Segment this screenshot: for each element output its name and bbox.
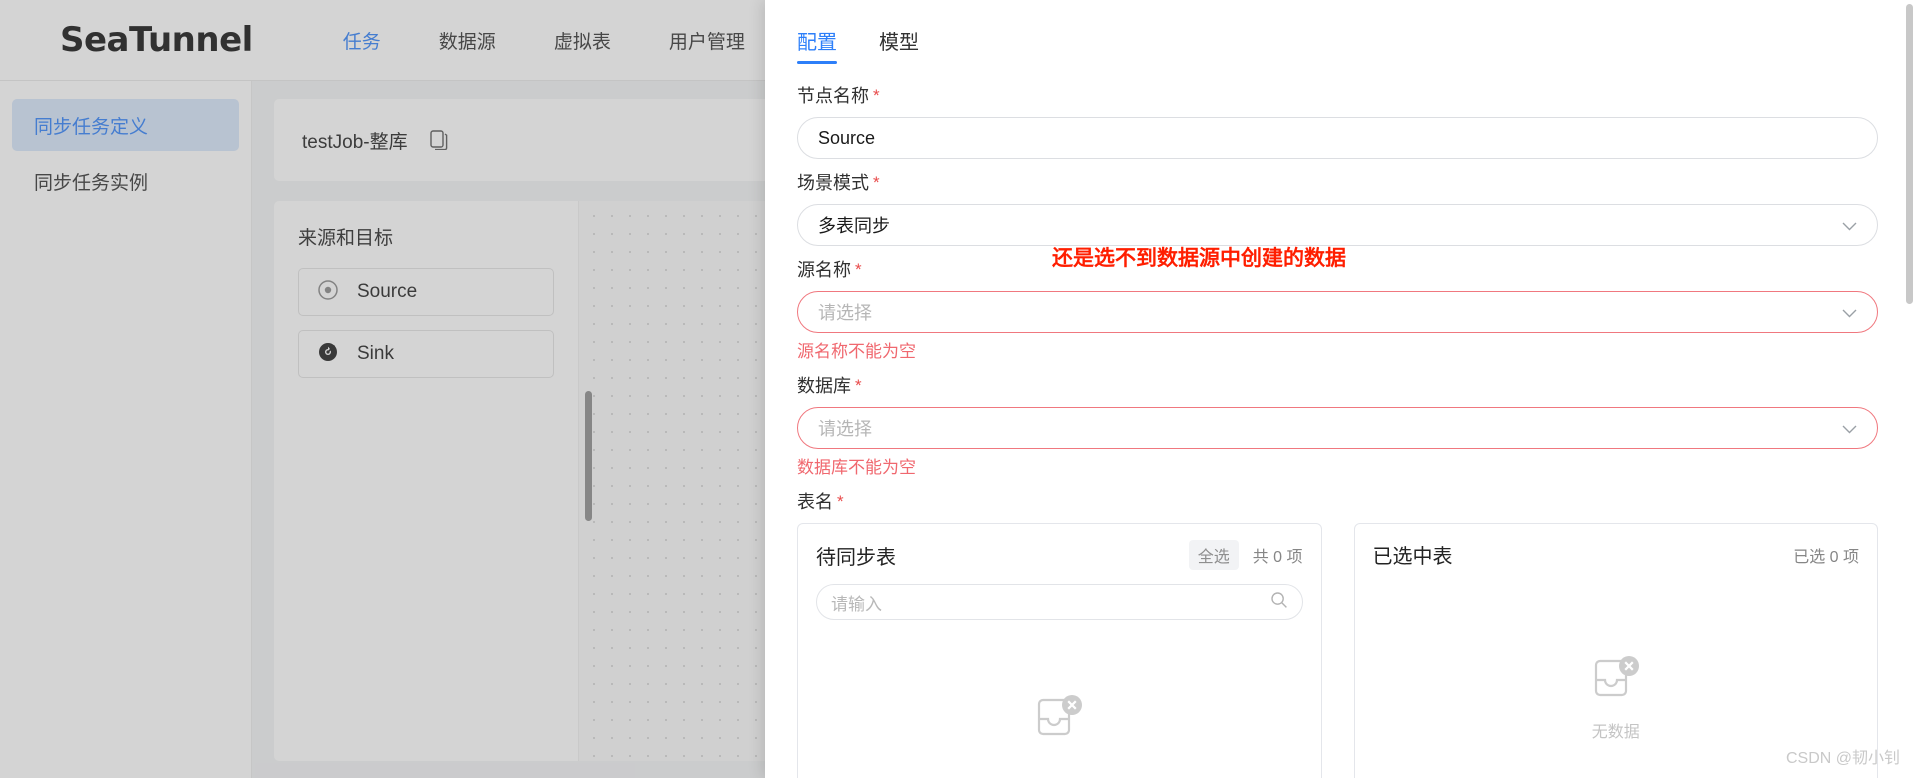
chevron-down-icon — [1832, 302, 1857, 323]
selected-count: 已选 0 项 — [1793, 548, 1859, 566]
drawer-tabs: 配置 模型 — [797, 22, 1878, 64]
label-text: 数据库 — [797, 376, 851, 396]
app-root: SeaTunnel 任务 数据源 虚拟表 用户管理 同步任务定义 同步任务实例 … — [0, 0, 1916, 778]
field-label-source-name: 源名称 * — [797, 256, 1878, 282]
palette-node-sink[interactable]: Sink — [298, 330, 554, 378]
sidebar-item-sync-task-definition[interactable]: 同步任务定义 — [12, 99, 239, 151]
label-text: 节点名称 — [797, 86, 869, 106]
field-label-table-name: 表名 * — [797, 488, 1878, 514]
required-asterisk: * — [837, 491, 844, 511]
field-source-name: 还是选不到数据源中创建的数据 源名称 * 请选择 源名称不能为空 — [797, 247, 1878, 362]
nav-item-datasource[interactable]: 数据源 — [439, 27, 496, 54]
transfer-head-selected: 已选中表 已选 0 项 — [1355, 524, 1878, 573]
required-asterisk: * — [855, 375, 862, 395]
required-asterisk: * — [855, 259, 862, 279]
database-placeholder: 请选择 — [818, 419, 872, 439]
empty-inbox-icon — [1031, 692, 1087, 749]
node-palette: 来源和目标 Source Sink — [274, 201, 592, 761]
nav-item-tasks[interactable]: 任务 — [343, 27, 381, 54]
nav-items: 任务 数据源 虚拟表 用户管理 — [343, 27, 745, 54]
transfer-search-input[interactable]: 请输入 — [816, 584, 1303, 620]
transfer-body-selected: 无数据 — [1355, 573, 1878, 778]
field-label-database: 数据库 * — [797, 372, 1878, 398]
transfer-title-available: 待同步表 — [816, 546, 896, 569]
tab-model[interactable]: 模型 — [879, 26, 919, 64]
transfer-panel-selected: 已选中表 已选 0 项 无数据 — [1353, 523, 1878, 778]
chevron-down-icon — [1832, 215, 1857, 236]
field-table-name: 表名 * 待同步表 全选 共 0 项 请输入 已选中表 已选 0 项 无数据 — [797, 488, 1878, 778]
source-name-select[interactable]: 请选择 — [797, 291, 1878, 333]
target-filled-icon — [317, 341, 339, 368]
palette-node-label: Source — [357, 281, 418, 302]
chevron-down-icon — [1832, 418, 1857, 439]
palette-node-source[interactable]: Source — [298, 268, 554, 316]
palette-node-label: Sink — [357, 343, 394, 364]
job-title: testJob-整库 — [302, 131, 408, 153]
label-text: 场景模式 — [797, 173, 869, 193]
scene-mode-value: 多表同步 — [818, 216, 890, 236]
palette-scrollbar[interactable] — [585, 391, 592, 521]
transfer-search-wrap: 请输入 — [798, 574, 1321, 626]
drawer-scrollbar[interactable] — [1906, 4, 1913, 304]
available-count: 共 0 项 — [1252, 549, 1303, 566]
tab-config[interactable]: 配置 — [797, 26, 837, 64]
sidebar-item-sync-task-instance[interactable]: 同步任务实例 — [12, 155, 239, 207]
empty-label-selected: 无数据 — [1591, 724, 1640, 741]
search-icon — [1270, 591, 1288, 614]
target-outline-icon — [317, 279, 339, 306]
node-name-value: Source — [818, 127, 876, 148]
field-label-node-name: 节点名称 * — [797, 82, 1878, 108]
field-scene-mode: 场景模式 * 多表同步 — [797, 169, 1878, 246]
nav-item-virtual-table[interactable]: 虚拟表 — [554, 27, 611, 54]
palette-title: 来源和目标 — [298, 228, 394, 249]
database-error: 数据库不能为空 — [797, 458, 916, 477]
sidebar-item-label: 同步任务定义 — [34, 116, 149, 138]
node-name-input[interactable]: Source — [797, 117, 1878, 159]
transfer-panel-available: 待同步表 全选 共 0 项 请输入 — [797, 523, 1322, 778]
required-asterisk: * — [873, 85, 880, 105]
drawer-content: 配置 模型 节点名称 * Source 场景模式 * 多表同步 还是选不到数据源… — [765, 0, 1916, 778]
field-label-scene-mode: 场景模式 * — [797, 169, 1878, 195]
node-config-drawer: 配置 模型 节点名称 * Source 场景模式 * 多表同步 还是选不到数据源… — [765, 0, 1916, 778]
source-name-placeholder: 请选择 — [818, 303, 872, 323]
nav-item-user-management[interactable]: 用户管理 — [669, 27, 745, 54]
field-database: 数据库 * 请选择 数据库不能为空 — [797, 372, 1878, 478]
sidebar-item-label: 同步任务实例 — [34, 172, 149, 194]
select-all-button[interactable]: 全选 — [1188, 540, 1239, 570]
field-node-name: 节点名称 * Source — [797, 82, 1878, 159]
table-transfer: 待同步表 全选 共 0 项 请输入 已选中表 已选 0 项 无数据 — [797, 523, 1878, 778]
transfer-head-available: 待同步表 全选 共 0 项 — [798, 524, 1321, 574]
scene-mode-select[interactable]: 多表同步 — [797, 204, 1878, 246]
app-logo: SeaTunnel — [60, 20, 253, 60]
empty-inbox-icon — [1588, 653, 1644, 710]
transfer-body-available — [798, 626, 1321, 778]
transfer-search-placeholder: 请输入 — [831, 594, 882, 614]
required-asterisk: * — [873, 172, 880, 192]
database-select[interactable]: 请选择 — [797, 407, 1878, 449]
copy-icon[interactable] — [429, 130, 448, 150]
transfer-meta-available: 全选 共 0 项 — [1188, 540, 1303, 570]
source-name-error: 源名称不能为空 — [797, 342, 916, 361]
left-sidebar: 同步任务定义 同步任务实例 — [0, 81, 252, 778]
transfer-title-selected: 已选中表 — [1372, 546, 1453, 568]
transfer-meta-selected: 已选 0 项 — [1793, 543, 1859, 567]
label-text: 源名称 — [797, 260, 851, 280]
label-text: 表名 — [797, 492, 833, 512]
